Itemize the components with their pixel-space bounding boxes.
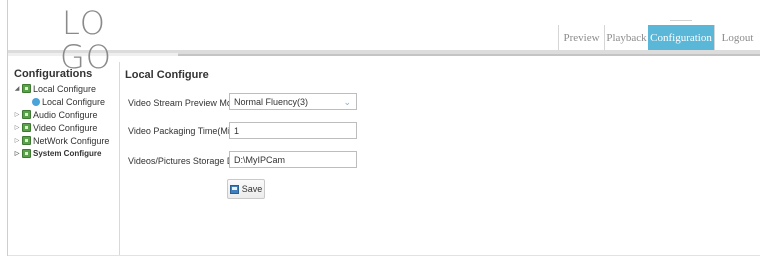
page-title: Local Configure — [125, 69, 209, 81]
logo-text-line1: LO — [62, 4, 106, 42]
logo: LO GO — [60, 4, 132, 86]
settings-page-icon — [32, 97, 40, 106]
folder-icon — [22, 136, 31, 145]
preview-mode-value: Normal Fluency(3) — [234, 96, 309, 107]
tab-configuration[interactable]: Configuration — [648, 25, 714, 50]
packaging-time-value: 1 — [234, 125, 240, 136]
tree-item-label: Video Configure — [33, 122, 98, 133]
tree-item-label: Local Configure — [42, 96, 106, 107]
expand-arrow-icon[interactable]: ▷ — [14, 137, 20, 144]
tab-playback[interactable]: Playback — [604, 25, 648, 50]
tree-item-label: System Configure — [33, 149, 102, 158]
tab-preview[interactable]: Preview — [558, 25, 604, 50]
expand-arrow-icon[interactable]: ▷ — [14, 111, 20, 118]
save-button-label: Save — [241, 184, 263, 194]
expand-arrow-icon[interactable]: ▷ — [14, 124, 20, 131]
tree-item-audio-configure[interactable]: ▷ Audio Configure — [14, 108, 109, 121]
logo-text-line2: GO — [60, 38, 112, 76]
tree-item-system-configure[interactable]: ▷ System Configure — [14, 147, 109, 160]
tree-item-network-configure[interactable]: ▷ NetWork Configure — [14, 134, 110, 147]
preview-mode-label: Video Stream Preview Mode — [128, 98, 242, 108]
folder-icon — [22, 149, 31, 158]
tree-item-video-configure[interactable]: ▷ Video Configure — [14, 121, 109, 134]
config-tree: ◢ Local Configure Local Configure ▷ Audi… — [14, 82, 109, 160]
tree-item-label: Audio Configure — [33, 109, 98, 120]
save-disk-icon — [229, 184, 239, 194]
local-configure-panel: Local Configure Video Stream Preview Mod… — [121, 62, 760, 256]
tree-item-label: NetWork Configure — [33, 135, 110, 146]
tab-logout[interactable]: Logout — [714, 25, 760, 50]
storage-dir-value: D:\MyIPCam — [234, 154, 286, 165]
collapse-arrow-icon[interactable]: ◢ — [14, 85, 20, 92]
folder-icon — [22, 123, 31, 132]
folder-icon — [22, 110, 31, 119]
storage-dir-input[interactable]: D:\MyIPCam — [229, 151, 357, 168]
top-navigation: Preview Playback Configuration Logout — [558, 25, 760, 50]
expand-arrow-icon[interactable]: ▷ — [14, 150, 20, 157]
packaging-time-input[interactable]: 1 — [229, 122, 357, 139]
preview-mode-select[interactable]: Normal Fluency(3) ⌄ — [229, 93, 357, 110]
save-button[interactable]: Save — [227, 179, 265, 199]
chevron-down-icon: ⌄ — [343, 97, 351, 107]
config-sidebar: Configurations ◢ Local Configure Local C… — [8, 62, 120, 256]
tree-item-local-configure-page[interactable]: Local Configure — [14, 95, 109, 108]
folder-icon — [22, 84, 31, 93]
